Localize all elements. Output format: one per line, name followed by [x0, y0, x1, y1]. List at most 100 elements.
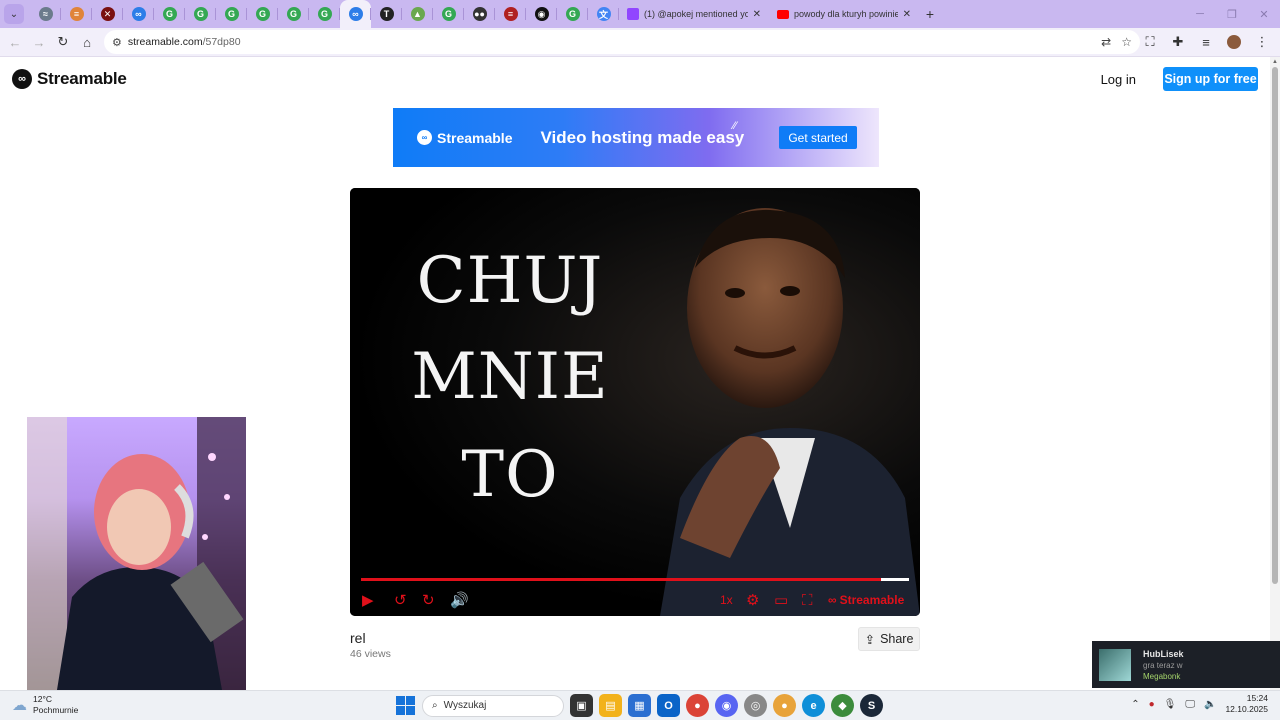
google-icon: G [255, 7, 270, 21]
translate-icon[interactable]: ⇄ [1101, 35, 1111, 49]
speaker-icon[interactable]: 🔈 [1204, 699, 1216, 710]
home-icon[interactable]: ⌂ [75, 30, 99, 54]
microphone-icon[interactable]: 🎙 [1164, 699, 1177, 710]
menu-icon[interactable]: ⋮ [1250, 30, 1274, 54]
pinned-tab[interactable]: ◉ [526, 0, 557, 28]
clock[interactable]: 15:24 12.10.2025 [1225, 693, 1268, 715]
start-button[interactable] [394, 695, 416, 717]
video-player[interactable]: CHUJ MNIE TO ▶ ↺ ↻ 🔊 1x ⚙ ▭ ⛶ ∞ Streamab… [350, 188, 920, 616]
weather-widget[interactable]: ☁ 12°C Pochmurnie [12, 694, 78, 716]
progress-bar[interactable] [361, 578, 909, 581]
video-frame[interactable]: CHUJ MNIE TO [350, 188, 920, 616]
pinned-tab[interactable]: G [185, 0, 216, 28]
search-icon: ⌕ [432, 700, 438, 711]
settings-gear-icon[interactable]: ⚙ [746, 590, 759, 610]
page-scrollbar[interactable]: ▲ [1270, 57, 1280, 690]
play-icon[interactable]: ▶ [362, 590, 374, 610]
pinned-tab[interactable]: 文 [588, 0, 619, 28]
pinned-tabs: ≈ ≡ ✕ ∞ G G G G G G ∞ T ▲ G ●● ≡ ◉ G 文 [30, 0, 619, 28]
streamable-watermark[interactable]: ∞ Streamable [828, 590, 904, 610]
close-tab-icon[interactable]: ✕ [903, 9, 911, 20]
network-icon[interactable]: 🖵 [1185, 699, 1195, 710]
signup-button[interactable]: Sign up for free [1163, 67, 1258, 91]
tab-youtube[interactable]: powody dla kturyh powinienes ✕ [769, 0, 919, 28]
youtube-icon [777, 9, 789, 19]
screenshot-icon[interactable]: ⛶ [1138, 30, 1162, 54]
outlook-icon[interactable]: O [657, 694, 680, 717]
volume-icon[interactable]: 🔊 [450, 590, 469, 610]
antivirus-icon[interactable]: ● [1149, 699, 1155, 710]
logo-text: Streamable [37, 69, 127, 88]
pinned-tab[interactable]: ▲ [402, 0, 433, 28]
close-tab-icon[interactable]: ✕ [753, 9, 761, 20]
google-icon: G [565, 7, 580, 21]
obs-icon[interactable]: ◎ [744, 694, 767, 717]
steam-icon[interactable]: S [860, 694, 883, 717]
close-window-icon[interactable]: ✕ [1248, 0, 1280, 28]
pinned-tab[interactable]: G [309, 0, 340, 28]
pinned-tab[interactable]: G [278, 0, 309, 28]
streamable-logo-icon: ∞ [12, 69, 32, 89]
tab-twitch[interactable]: (1) @apokej mentioned you ✕ [619, 0, 769, 28]
media-icon[interactable]: ≡ [1194, 30, 1218, 54]
taskbar-search[interactable]: ⌕ Wyszukaj [422, 694, 564, 717]
scrollbar-thumb[interactable] [1272, 67, 1278, 584]
system-tray: ⌃ ● 🎙 🖵 🔈 15:24 12.10.2025 [1131, 693, 1268, 715]
scroll-up-icon[interactable]: ▲ [1272, 59, 1278, 65]
bookmark-star-icon[interactable]: ☆ [1121, 35, 1132, 49]
google-icon: G [286, 7, 301, 21]
pinned-tab[interactable]: ∞ [123, 0, 154, 28]
progress-remaining [881, 578, 909, 581]
site-info-icon[interactable]: ⚙ [112, 36, 122, 49]
pip-icon[interactable]: ▭ [774, 590, 788, 610]
chrome-icon[interactable]: ● [686, 694, 709, 717]
pinned-tab[interactable]: G [557, 0, 588, 28]
new-tab-icon[interactable]: + [919, 3, 941, 25]
profile-avatar[interactable] [1222, 30, 1246, 54]
pinned-tab[interactable]: ≈ [30, 0, 61, 28]
chat-icon: ◉ [534, 7, 549, 21]
login-link[interactable]: Log in [1101, 72, 1136, 87]
tab-search-icon[interactable]: ⌄ [4, 4, 24, 24]
task-view-icon[interactable]: ▣ [570, 694, 593, 717]
promo-banner[interactable]: ∞ Streamable Video hosting made easy ⁄⁄ … [393, 108, 879, 167]
pinned-tab[interactable]: ✕ [92, 0, 123, 28]
edge-icon[interactable]: e [802, 694, 825, 717]
pinned-tab[interactable]: G [216, 0, 247, 28]
streamable-logo-icon: ∞ [828, 593, 837, 607]
pinned-tab[interactable]: G [433, 0, 464, 28]
discord-icon[interactable]: ◉ [715, 694, 738, 717]
steam-notification[interactable]: HubLisek gra teraz w Megabonk [1092, 641, 1280, 688]
maximize-icon[interactable]: ❐ [1216, 0, 1248, 28]
stack-icon: ≡ [69, 7, 84, 21]
share-button[interactable]: ⇪ Share [858, 627, 920, 651]
pinned-tab[interactable]: G [247, 0, 278, 28]
twitch-icon [627, 8, 639, 20]
forward-skip-icon[interactable]: ↻ [422, 590, 435, 610]
banner-brand: Streamable [437, 129, 513, 146]
reload-icon[interactable]: ↻ [51, 30, 75, 54]
app-icon[interactable]: ◆ [831, 694, 854, 717]
pinned-tab[interactable]: ∞ [340, 0, 371, 28]
pinned-tab[interactable]: G [154, 0, 185, 28]
speed-button[interactable]: 1x [720, 590, 733, 610]
fullscreen-icon[interactable]: ⛶ [802, 590, 813, 610]
pinned-tab[interactable]: ≡ [61, 0, 92, 28]
rewind-icon[interactable]: ↺ [394, 590, 407, 610]
extensions-icon[interactable]: ✚ [1166, 30, 1190, 54]
minimize-icon[interactable]: ─ [1184, 0, 1216, 28]
forward-icon[interactable]: → [27, 30, 51, 54]
pinned-tab[interactable]: ●● [464, 0, 495, 28]
dots-icon: ●● [472, 7, 487, 21]
back-icon[interactable]: ← [3, 30, 27, 54]
file-explorer-icon[interactable]: ▤ [599, 694, 622, 717]
tab-title: powody dla kturyh powinienes [794, 9, 898, 19]
tray-expand-icon[interactable]: ⌃ [1131, 699, 1139, 710]
address-bar[interactable]: ⚙ streamable.com/57dp80 ⇄ ☆ [104, 30, 1140, 54]
streamable-logo[interactable]: ∞ Streamable [12, 69, 127, 89]
get-started-button[interactable]: Get started [779, 126, 857, 149]
store-icon[interactable]: ▦ [628, 694, 651, 717]
pinned-tab[interactable]: ≡ [495, 0, 526, 28]
pinned-tab[interactable]: T [371, 0, 402, 28]
chrome-profile-icon[interactable]: ● [773, 694, 796, 717]
